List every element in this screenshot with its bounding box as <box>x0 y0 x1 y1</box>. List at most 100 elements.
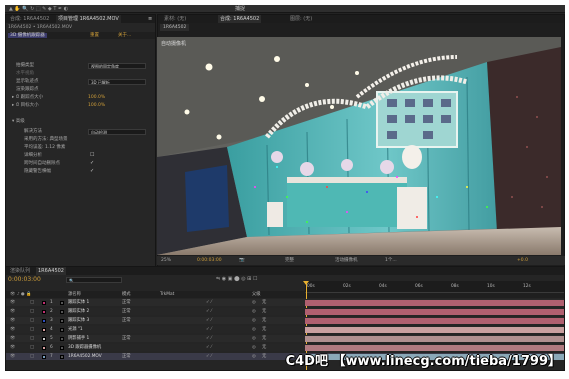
fx-switch-icon[interactable]: ✓ ⁄ <box>206 353 212 360</box>
fx-switch-icon[interactable]: ✓ ⁄ <box>206 308 212 315</box>
layer-duration-bar[interactable] <box>305 326 564 333</box>
tab-layer[interactable]: 图层: (无) <box>288 15 314 23</box>
timeline-switch-icons[interactable]: ⇋ ◉ ▣ ⬤ ◎ ⊞ ☐ <box>216 276 257 282</box>
exposure-value[interactable]: +0.0 <box>517 256 528 265</box>
tab-comp[interactable]: 合成: 1R6A4502 <box>8 15 51 23</box>
label-color-swatch[interactable] <box>42 345 46 350</box>
timeline-timecode[interactable]: 0:00:03:00 <box>8 276 41 283</box>
checkbox-detailed[interactable]: ☐ <box>90 152 94 158</box>
fx-switch-icon[interactable]: ✓ ⁄ <box>206 326 212 333</box>
views-dropdown[interactable]: 1个... <box>385 256 397 265</box>
tab-footage[interactable]: 素材: (无) <box>162 15 188 23</box>
layer-mode[interactable]: 正常 <box>122 308 131 315</box>
layer-name[interactable]: 光源 "1 <box>68 326 83 333</box>
about-link[interactable]: 关于... <box>118 32 131 39</box>
layer-duration-bar[interactable] <box>305 299 564 306</box>
shot-type-dropdown[interactable]: 视图的固定角度 <box>88 63 146 69</box>
stopwatch-icon[interactable]: ▸ ⏱ <box>12 95 21 100</box>
layer-row[interactable]: 👁 □ 5 阴影捕手 1 正常 ✓ ⁄ ◎ 无 <box>6 335 564 342</box>
target-size-value[interactable]: 100.0% <box>88 102 105 109</box>
fx-name[interactable]: 3D 摄像机跟踪器 <box>8 33 47 38</box>
eye-icon[interactable]: 👁 <box>10 344 15 351</box>
checkbox-auto-delete[interactable]: ✓ <box>90 160 94 166</box>
resolution-dropdown[interactable]: 完整 <box>285 256 294 265</box>
fx-switch-icon[interactable]: ✓ ⁄ <box>206 344 212 351</box>
camera-snapshot-icon[interactable]: 📷 <box>239 256 245 265</box>
solve-method-dropdown[interactable]: 自动检测 <box>88 129 146 135</box>
layer-name[interactable]: 跟踪实体 3 <box>68 317 89 324</box>
label-color-swatch[interactable] <box>42 327 46 332</box>
label-color-swatch[interactable] <box>42 354 46 359</box>
zoom-dropdown[interactable]: 25% <box>161 256 171 265</box>
lock-icon[interactable]: □ <box>30 353 34 360</box>
tab-timeline-comp[interactable]: 1R6A4502 <box>36 267 66 275</box>
fx-switch-icon[interactable]: ✓ ⁄ <box>206 317 212 324</box>
lock-icon[interactable]: □ <box>30 326 34 333</box>
time-ruler[interactable]: 00s 02s 04s 06s 08s 10s 12s <box>305 281 564 293</box>
advanced-row[interactable]: ▾ 高级 <box>12 118 25 125</box>
layer-mode[interactable]: 正常 <box>122 299 131 306</box>
layer-name[interactable]: 3D 跟踪器摄像机 <box>68 344 101 351</box>
layer-row[interactable]: 👁 □ 3 跟踪实体 3 正常 ✓ ⁄ ◎ 无 <box>6 317 564 324</box>
eye-icon[interactable]: 👁 <box>10 308 15 315</box>
col-parent[interactable]: 父级 <box>252 291 261 298</box>
show-points-dropdown[interactable]: 3D 已解析 <box>88 79 146 85</box>
layer-name[interactable]: 1R6A4502.MOV <box>68 353 102 360</box>
layer-parent[interactable]: 无 <box>262 335 266 342</box>
layer-parent[interactable]: 无 <box>262 308 266 315</box>
layer-duration-bar[interactable] <box>305 335 564 342</box>
composition-frame[interactable]: 自动摄像机 <box>157 37 561 255</box>
layer-name[interactable]: 跟踪实体 1 <box>68 299 89 306</box>
layer-name[interactable]: 跟踪实体 2 <box>68 308 89 315</box>
fx-switch-icon[interactable]: ✓ ⁄ <box>206 299 212 306</box>
eye-icon[interactable]: 👁 <box>10 353 15 360</box>
layer-parent[interactable]: 无 <box>262 344 266 351</box>
parent-pick-whip-icon[interactable]: ◎ <box>252 299 256 306</box>
label-color-swatch[interactable] <box>42 309 46 314</box>
parent-pick-whip-icon[interactable]: ◎ <box>252 308 256 315</box>
parent-pick-whip-icon[interactable]: ◎ <box>252 317 256 324</box>
parent-pick-whip-icon[interactable]: ◎ <box>252 326 256 333</box>
layer-parent[interactable]: 无 <box>262 317 266 324</box>
reset-link[interactable]: 重置 <box>90 32 99 39</box>
label-color-swatch[interactable] <box>42 300 46 305</box>
layer-duration-bar[interactable] <box>305 308 564 315</box>
timeline-search[interactable]: 🔍 <box>66 277 122 283</box>
camera-dropdown[interactable]: 活动摄像机 <box>335 256 358 265</box>
comp-name-tab[interactable]: 1R6A4502 <box>160 24 190 31</box>
layer-row[interactable]: 👁 □ 1 跟踪实体 1 正常 ✓ ⁄ ◎ 无 <box>6 299 564 306</box>
tab-composition[interactable]: 合成: 1R6A4502 <box>218 15 262 23</box>
layer-mode[interactable]: 正常 <box>122 353 131 360</box>
playhead-handle[interactable] <box>303 281 309 285</box>
layer-parent[interactable]: 无 <box>262 326 266 333</box>
lock-icon[interactable]: □ <box>30 317 34 324</box>
tab-effect-controls[interactable]: 项目管理 1R6A4502.MOV <box>56 15 121 23</box>
point-size-value[interactable]: 100.0% <box>88 94 105 101</box>
lock-icon[interactable]: □ <box>30 308 34 315</box>
col-source-name[interactable]: 源名称 <box>68 291 81 298</box>
lock-icon[interactable]: □ <box>30 344 34 351</box>
lock-icon[interactable]: □ <box>30 299 34 306</box>
eye-icon[interactable]: 👁 <box>10 326 15 333</box>
tab-render-queue[interactable]: 渲染队列 <box>8 267 32 275</box>
layer-duration-bar[interactable] <box>305 317 564 324</box>
lock-icon[interactable]: □ <box>30 335 34 342</box>
panel-menu-icon[interactable]: ≡ <box>146 15 154 23</box>
eye-icon[interactable]: 👁 <box>10 299 15 306</box>
stopwatch-icon[interactable]: ▸ ⏱ <box>12 103 21 108</box>
layer-row[interactable]: 👁 □ 2 跟踪实体 2 正常 ✓ ⁄ ◎ 无 <box>6 308 564 315</box>
eye-icon[interactable]: 👁 <box>10 335 15 342</box>
checkbox-hide-warning[interactable]: ✓ <box>90 168 94 174</box>
col-trkmat[interactable]: TrkMat <box>160 291 174 298</box>
parent-pick-whip-icon[interactable]: ◎ <box>252 344 256 351</box>
snap-label[interactable]: 捕捉 <box>235 5 245 13</box>
layer-parent[interactable]: 无 <box>262 299 266 306</box>
parent-pick-whip-icon[interactable]: ◎ <box>252 353 256 360</box>
layer-mode[interactable]: 正常 <box>122 335 131 342</box>
eye-icon[interactable]: 👁 <box>10 317 15 324</box>
label-color-swatch[interactable] <box>42 336 46 341</box>
viewer-timecode[interactable]: 0:00:03:00 <box>197 256 222 265</box>
col-mode[interactable]: 模式 <box>122 291 131 298</box>
layer-mode[interactable]: 正常 <box>122 317 131 324</box>
selection-tool-icon[interactable]: ▲ ✋ 🔍 ↻ ⬚ ✎ ◆ T ✒ ◐ <box>9 5 68 13</box>
